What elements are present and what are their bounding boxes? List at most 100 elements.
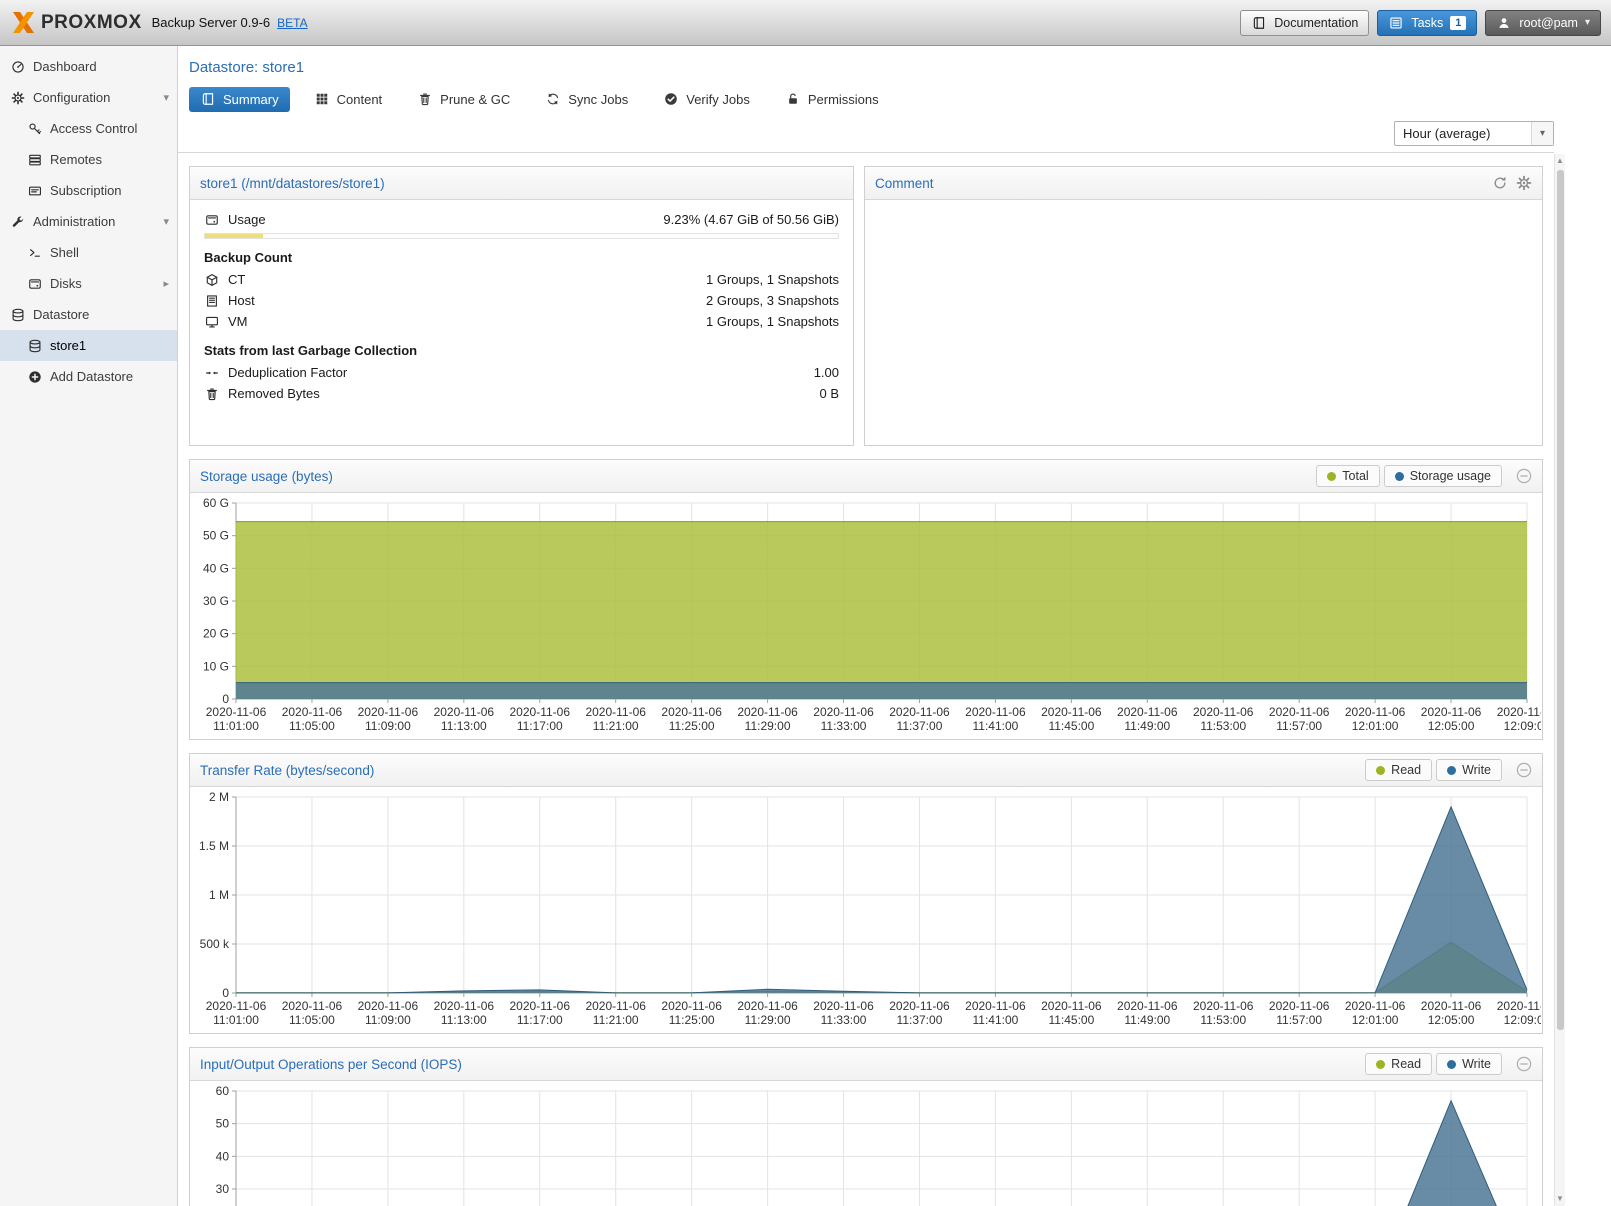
chart-header: Storage usage (bytes)TotalStorage usage — [190, 460, 1542, 493]
sidebar-item-label: Add Datastore — [50, 369, 133, 384]
time-range-select[interactable]: Hour (average) ▾ — [1394, 121, 1554, 146]
sidebar-item-add-datastore[interactable]: Add Datastore — [0, 361, 177, 392]
user-menu-button[interactable]: root@pam ▾ — [1485, 10, 1601, 36]
svg-text:2020-11-06: 2020-11-06 — [1421, 999, 1482, 1013]
usage-progress-fill — [205, 234, 263, 238]
sidebar-item-administration[interactable]: Administration▾ — [0, 206, 177, 237]
tab-permissions[interactable]: Permissions — [774, 87, 890, 112]
svg-text:12:01:00: 12:01:00 — [1352, 1013, 1399, 1027]
topbar-actions: Documentation Tasks 1 root@pam ▾ — [1240, 10, 1601, 36]
main-area: Datastore: store1 SummaryContentPrune & … — [178, 46, 1611, 1206]
svg-text:2020-11-06: 2020-11-06 — [1345, 999, 1406, 1013]
svg-text:11:21:00: 11:21:00 — [593, 719, 639, 733]
tab-verify-jobs[interactable]: Verify Jobs — [652, 87, 761, 112]
svg-text:11:09:00: 11:09:00 — [365, 719, 411, 733]
tab-bar: Summary Content Prune & GC Sync Jobs Verify … — [178, 85, 1611, 113]
svg-text:2020-11-06: 2020-11-06 — [434, 999, 495, 1013]
sidebar-item-datastore[interactable]: Datastore — [0, 299, 177, 330]
svg-text:11:41:00: 11:41:00 — [972, 719, 1018, 733]
host-icon — [204, 294, 220, 308]
sidebar-item-label: Remotes — [50, 152, 102, 167]
legend-item-write[interactable]: Write — [1436, 1053, 1502, 1075]
legend-item-read[interactable]: Read — [1365, 759, 1432, 781]
svg-text:11:57:00: 11:57:00 — [1276, 1013, 1322, 1027]
legend-item-storage-usage[interactable]: Storage usage — [1384, 465, 1502, 487]
content-scroll-area: store1 (/mnt/datastores/store1) Usage 9.… — [178, 153, 1554, 1206]
scrollbar-thumb[interactable] — [1557, 170, 1564, 1030]
minus-circle-icon[interactable] — [1516, 1056, 1532, 1072]
chart-panel-transfer-rate-bytes-second: Transfer Rate (bytes/second)ReadWrite050… — [189, 753, 1543, 1034]
chart-canvas: 0500 k1 M1.5 M2 M2020-11-0611:01:002020-… — [190, 789, 1541, 1033]
top-bar: PROXMOX Backup Server 0.9-6 BETA Documen… — [0, 0, 1611, 46]
tasks-badge: 1 — [1450, 16, 1466, 30]
svg-text:1 M: 1 M — [209, 888, 229, 902]
user-label: root@pam — [1519, 16, 1578, 30]
svg-text:50: 50 — [216, 1117, 230, 1131]
gear-icon[interactable] — [1516, 175, 1532, 191]
svg-text:50 G: 50 G — [203, 529, 229, 543]
minus-circle-icon[interactable] — [1516, 762, 1532, 778]
svg-text:2020-11-06: 2020-11-06 — [434, 705, 495, 719]
charts-container: Storage usage (bytes)TotalStorage usage 0… — [189, 459, 1543, 1206]
task-list-icon — [1388, 16, 1404, 30]
gc-stats-rows: Deduplication Factor1.00Removed Bytes0 B — [204, 362, 839, 404]
svg-text:2020-11-06: 2020-11-06 — [661, 705, 722, 719]
sidebar-item-label: Disks — [50, 276, 82, 291]
comment-panel: Comment — [864, 166, 1543, 446]
chevron-down-icon[interactable]: ▾ — [163, 91, 169, 104]
usage-label: Usage — [228, 212, 266, 227]
svg-text:0: 0 — [222, 692, 229, 706]
chevron-down-icon[interactable]: ▾ — [1531, 122, 1553, 145]
info-value: 0 B — [819, 386, 839, 401]
minus-circle-icon[interactable] — [1516, 468, 1532, 484]
tab-summary[interactable]: Summary — [189, 87, 290, 112]
tab-label: Verify Jobs — [686, 92, 750, 107]
svg-text:2020-11-06: 2020-11-06 — [1041, 705, 1102, 719]
legend-item-read[interactable]: Read — [1365, 1053, 1432, 1075]
sidebar-item-shell[interactable]: Shell — [0, 237, 177, 268]
chevron-right-icon[interactable]: ▸ — [163, 277, 169, 290]
tab-prune-gc[interactable]: Prune & GC — [406, 87, 521, 112]
svg-text:2020-11-06: 2020-11-06 — [358, 705, 419, 719]
svg-text:2020-11-06: 2020-11-06 — [1269, 999, 1330, 1013]
svg-text:11:45:00: 11:45:00 — [1048, 719, 1094, 733]
svg-text:60: 60 — [216, 1084, 230, 1098]
tab-label: Prune & GC — [440, 92, 510, 107]
info-label: VM — [228, 314, 248, 329]
svg-text:2020-11-06: 2020-11-06 — [1193, 705, 1254, 719]
tab-content[interactable]: Content — [303, 87, 394, 112]
chevron-down-icon[interactable]: ▾ — [163, 215, 169, 228]
refresh-icon[interactable] — [1492, 175, 1508, 191]
sidebar-item-label: Configuration — [33, 90, 110, 105]
legend-item-total[interactable]: Total — [1316, 465, 1379, 487]
tasks-button[interactable]: Tasks 1 — [1377, 10, 1477, 36]
beta-link[interactable]: BETA — [277, 16, 307, 30]
chart-title: Input/Output Operations per Second (IOPS… — [200, 1057, 462, 1072]
tab-label: Content — [337, 92, 383, 107]
svg-text:2020-11-06: 2020-11-06 — [358, 999, 419, 1013]
info-row-removed-bytes: Removed Bytes0 B — [204, 383, 839, 404]
chart-header: Transfer Rate (bytes/second)ReadWrite — [190, 754, 1542, 787]
chart-legend: Read Write — [1365, 1053, 1532, 1075]
sidebar-item-label: store1 — [50, 338, 86, 353]
sidebar-item-remotes[interactable]: Remotes — [0, 144, 177, 175]
trash-icon — [417, 92, 433, 106]
sidebar-item-subscription[interactable]: Subscription — [0, 175, 177, 206]
sidebar-item-disks[interactable]: Disks ▸ — [0, 268, 177, 299]
svg-text:2020-11-06: 2020-11-06 — [282, 999, 343, 1013]
scroll-up-icon[interactable]: ▲ — [1555, 154, 1565, 168]
sidebar-item-dashboard[interactable]: Dashboard — [0, 51, 177, 82]
svg-text:2020-11-06: 2020-11-06 — [510, 999, 571, 1013]
sidebar-item-store1[interactable]: store1 — [0, 330, 177, 361]
svg-text:30 G: 30 G — [203, 594, 229, 608]
sidebar-item-access-control[interactable]: Access Control — [0, 113, 177, 144]
legend-label: Read — [1391, 1057, 1421, 1071]
scroll-down-icon[interactable]: ▼ — [1555, 1192, 1565, 1206]
tab-sync-jobs[interactable]: Sync Jobs — [534, 87, 639, 112]
comment-body[interactable] — [865, 200, 1542, 218]
vertical-scrollbar[interactable]: ▲ ▼ — [1554, 154, 1565, 1206]
brand: PROXMOX Backup Server 0.9-6 BETA — [10, 9, 308, 36]
sidebar-item-configuration[interactable]: Configuration ▾ — [0, 82, 177, 113]
documentation-button[interactable]: Documentation — [1240, 10, 1369, 36]
legend-item-write[interactable]: Write — [1436, 759, 1502, 781]
